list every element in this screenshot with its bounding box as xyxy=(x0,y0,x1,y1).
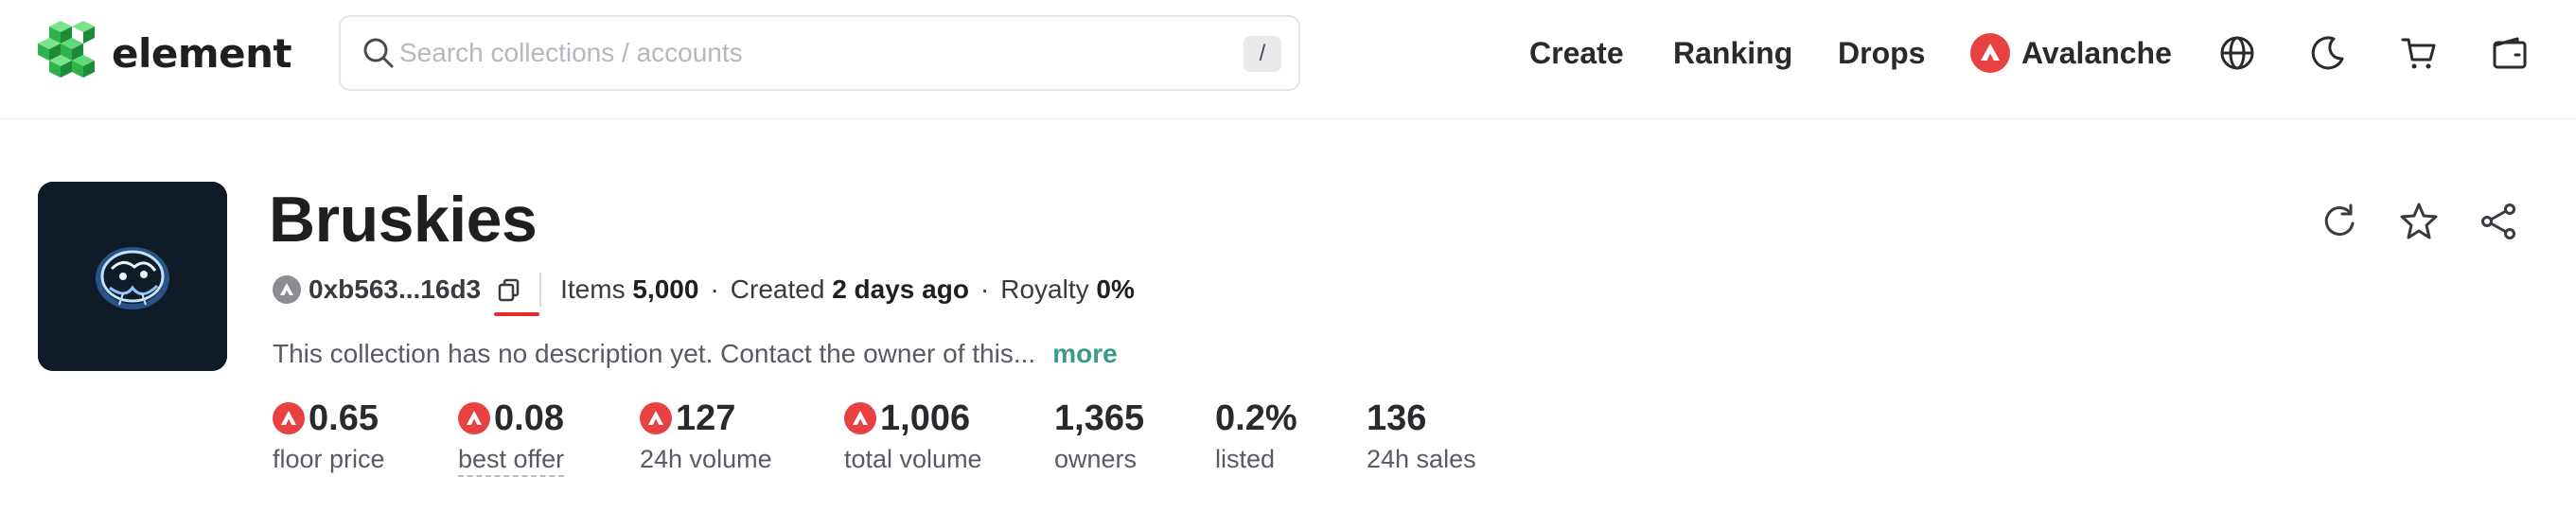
contract-address[interactable]: 0xb563...16d3 xyxy=(309,274,481,305)
search-input[interactable] xyxy=(399,32,1251,74)
stat-24h-volume: 127 24h volume xyxy=(640,396,772,474)
created-value: 2 days ago xyxy=(832,274,969,304)
stat-best-offer[interactable]: 0.08 best offer xyxy=(458,396,565,477)
collection-title: Bruskies xyxy=(269,184,538,256)
element-logo[interactable]: element xyxy=(36,21,292,85)
collection-image xyxy=(38,182,227,371)
items-value: 5,000 xyxy=(632,274,699,304)
cart-icon[interactable] xyxy=(2400,34,2438,72)
stat-value: 0.08 xyxy=(494,398,564,438)
stat-label: total volume xyxy=(844,445,982,473)
copy-icon xyxy=(498,278,520,302)
collection-avatar xyxy=(38,182,227,371)
nav-ranking[interactable]: Ranking xyxy=(1673,28,1792,78)
search-bar[interactable]: / xyxy=(339,15,1300,91)
moon-icon[interactable] xyxy=(2309,34,2347,72)
search-shortcut-key: / xyxy=(1244,36,1281,72)
stat-listed: 0.2% listed xyxy=(1215,396,1297,474)
stat-label: 24h volume xyxy=(640,445,772,473)
chain-label: Avalanche xyxy=(2021,35,2172,70)
collection-description: This collection has no description yet. … xyxy=(273,335,1118,373)
element-logo-icon xyxy=(38,21,95,78)
stat-label: floor price xyxy=(273,445,385,473)
stat-value: 127 xyxy=(676,398,736,438)
more-link[interactable]: more xyxy=(1052,339,1117,368)
meta-separator: · xyxy=(979,274,990,304)
stat-24h-sales: 136 24h sales xyxy=(1367,396,1476,474)
stat-label[interactable]: best offer xyxy=(458,445,565,477)
wallet-icon[interactable] xyxy=(2491,34,2529,72)
copy-highlight-underline xyxy=(494,312,539,316)
avalanche-icon xyxy=(640,402,672,434)
stat-value: 136 xyxy=(1367,398,1427,438)
avalanche-icon xyxy=(273,275,301,304)
avalanche-icon xyxy=(458,402,490,434)
stat-value: 1,006 xyxy=(880,398,971,438)
chain-selector[interactable]: Avalanche xyxy=(1970,32,2172,74)
items-label: Items xyxy=(560,274,626,304)
stat-label: owners xyxy=(1054,445,1138,473)
description-text: This collection has no description yet. … xyxy=(273,339,1036,368)
avalanche-icon xyxy=(844,402,876,434)
meta-divider xyxy=(539,273,542,307)
stat-label: listed xyxy=(1215,445,1276,473)
star-icon[interactable] xyxy=(2398,201,2440,242)
meta-separator: · xyxy=(710,274,719,304)
stat-value: 0.2% xyxy=(1215,398,1297,438)
globe-icon[interactable] xyxy=(2218,34,2256,72)
stat-value: 1,365 xyxy=(1054,398,1145,438)
top-navigation-bar: element / Create Ranking Drops Avalanche xyxy=(0,0,2576,119)
refresh-icon[interactable] xyxy=(2319,201,2360,242)
created-label: Created xyxy=(730,274,825,304)
copy-address-button[interactable] xyxy=(490,271,528,309)
royalty-label: Royalty xyxy=(1000,274,1089,304)
collection-meta: 0xb563...16d3 Items 5,000 · Created 2 da… xyxy=(273,271,1135,309)
nav-drops[interactable]: Drops xyxy=(1838,28,1925,78)
stat-floor-price: 0.65 floor price xyxy=(273,396,385,474)
logo-text: element xyxy=(112,29,292,77)
share-icon[interactable] xyxy=(2478,201,2519,242)
nav-create[interactable]: Create xyxy=(1529,28,1624,78)
search-icon xyxy=(363,38,394,68)
avalanche-icon xyxy=(1970,33,2010,73)
stat-owners: 1,365 owners xyxy=(1054,396,1144,474)
royalty-value: 0% xyxy=(1096,274,1135,304)
stat-value: 0.65 xyxy=(309,398,379,438)
stat-total-volume: 1,006 total volume xyxy=(844,396,982,474)
stat-label: 24h sales xyxy=(1367,445,1476,473)
avalanche-icon xyxy=(273,402,305,434)
